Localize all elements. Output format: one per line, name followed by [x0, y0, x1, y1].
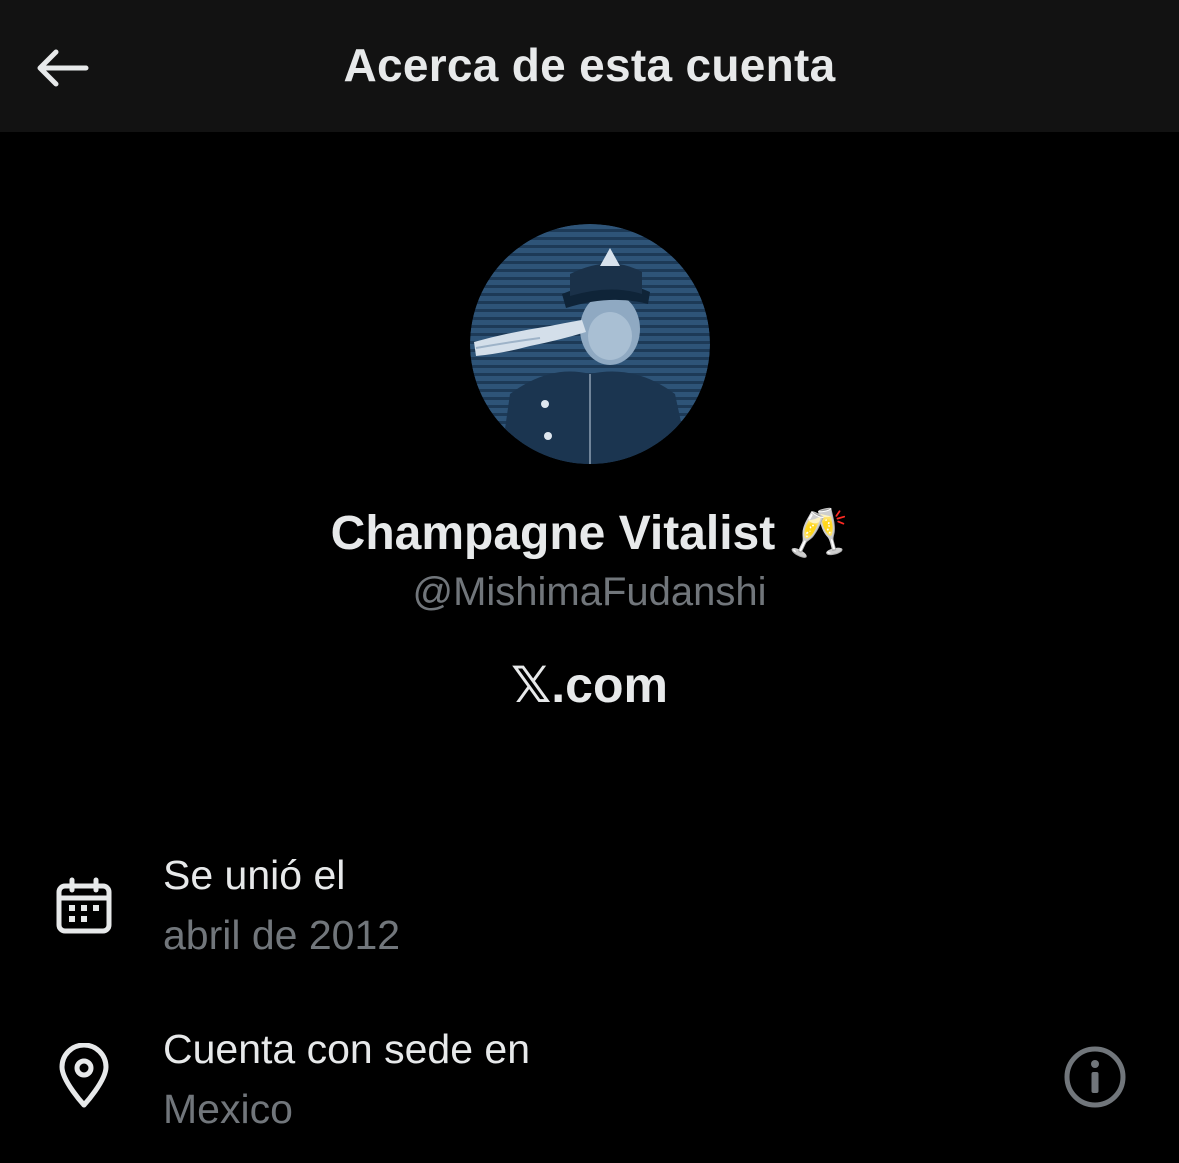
location-value: Mexico — [163, 1086, 293, 1132]
top-app-bar: Acerca de esta cuenta — [0, 0, 1179, 132]
avatar[interactable] — [470, 224, 710, 464]
info-button[interactable] — [1062, 1044, 1128, 1110]
champagne-emoji: 🥂 — [788, 507, 849, 560]
about-account-screen: Acerca de esta cuenta Champagne Vitalist… — [0, 0, 1179, 1163]
display-name: Champagne Vitalist 🥂 — [0, 504, 1179, 561]
joined-label: Se unió el — [163, 852, 346, 898]
avatar-image — [470, 224, 710, 464]
account-location-row: Cuenta con sede en Mexico — [0, 1022, 1179, 1142]
page-title: Acerca de esta cuenta — [343, 39, 836, 91]
user-handle: @MishimaFudanshi — [412, 570, 767, 614]
location-label: Cuenta con sede en — [163, 1026, 530, 1072]
joined-value: abril de 2012 — [163, 912, 401, 958]
x-com-label: 𝕏.com — [511, 657, 668, 713]
display-name-text: Champagne Vitalist — [330, 507, 776, 560]
calendar-icon — [54, 874, 114, 938]
info-icon — [1064, 1046, 1126, 1108]
location-pin-icon — [54, 1043, 114, 1108]
joined-date-row: Se unió el abril de 2012 — [0, 848, 1179, 968]
